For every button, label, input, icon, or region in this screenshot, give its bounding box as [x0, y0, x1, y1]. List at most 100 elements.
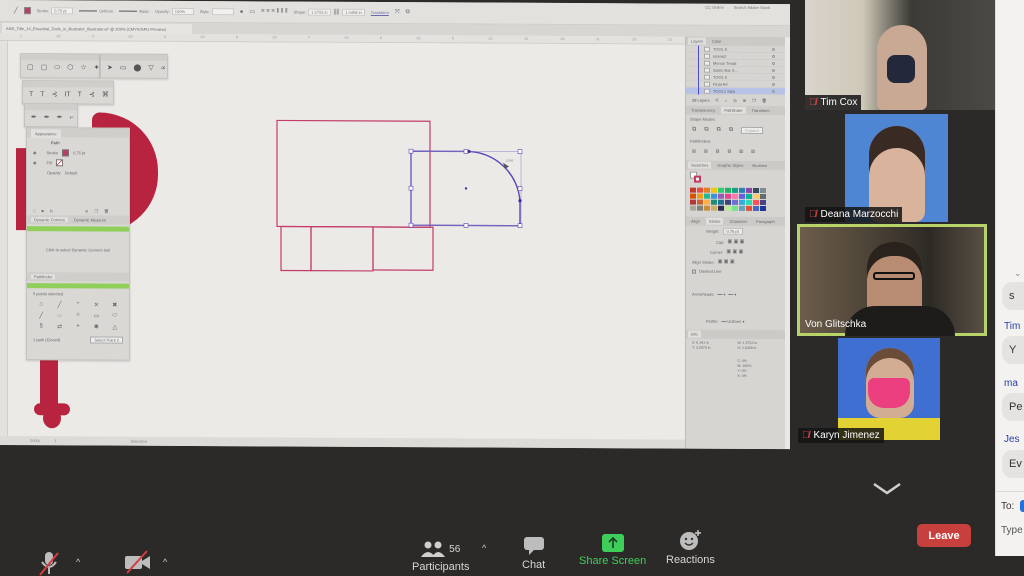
participants-button[interactable]: 56 Participants: [412, 541, 469, 573]
opacity-row[interactable]: Opacity Default: [27, 167, 129, 178]
participant-tile-von-glitschka[interactable]: Von Glitschka: [797, 224, 987, 336]
type-on-path-icon[interactable]: ⊰: [52, 91, 58, 99]
color-swatch[interactable]: [760, 199, 766, 206]
color-swatch[interactable]: [746, 199, 752, 205]
opacity-input[interactable]: 100%: [171, 7, 194, 16]
tab-color[interactable]: Color: [709, 38, 725, 45]
color-swatch[interactable]: [725, 199, 731, 205]
dashed-line-checkbox[interactable]: [692, 269, 696, 274]
link-icon[interactable]: ⛓: [333, 9, 341, 16]
convert-anchor-icon[interactable]: ⌐: [70, 114, 74, 122]
stopped-video-icon[interactable]: [123, 550, 153, 574]
add-anchor-icon[interactable]: ✒: [44, 114, 50, 122]
ellipse-tool-icon[interactable]: ⬭: [54, 64, 60, 72]
blend-tool-icon[interactable]: ∝: [161, 65, 166, 73]
transform-link[interactable]: Transform: [371, 10, 389, 15]
color-swatch[interactable]: [732, 187, 738, 193]
gallery-collapse-chevron-icon[interactable]: [872, 482, 902, 496]
color-swatch[interactable]: [690, 199, 696, 205]
align-stroke-buttons[interactable]: ▣ ▣ ▣: [718, 259, 735, 265]
color-swatch[interactable]: [739, 193, 745, 199]
direct-selection-icon[interactable]: ▭: [120, 65, 127, 73]
fill-row[interactable]: ◉ Fill: [27, 157, 129, 168]
arrowhead-start-dropdown[interactable]: ━━ ▾: [717, 292, 725, 297]
document-setup-icon[interactable]: ▭: [249, 8, 255, 15]
recolor-icon[interactable]: ●: [240, 9, 244, 15]
path-tool-icon[interactable]: ⌓: [51, 312, 67, 319]
color-swatch[interactable]: [732, 193, 738, 199]
visibility-eye-icon[interactable]: ◉: [33, 150, 37, 155]
layer-target-icon[interactable]: [772, 89, 775, 93]
stroke-color-icon[interactable]: [694, 175, 701, 183]
color-swatch[interactable]: [697, 193, 703, 199]
path-tool-icon[interactable]: ✖: [107, 302, 123, 309]
path-tool-icon[interactable]: ≈: [70, 312, 86, 319]
polygon-tool-icon[interactable]: ⬡: [67, 64, 73, 72]
stroke-row[interactable]: ◉ Stroke 0.75 pt: [27, 147, 129, 158]
trash-icon[interactable]: 🗑: [104, 208, 109, 213]
tab-transform[interactable]: Transform: [749, 107, 773, 114]
participant-tile-tim-cox[interactable]: 🎙̸ Tim Cox: [805, 0, 998, 110]
color-swatch[interactable]: [760, 187, 766, 194]
convert-tool-icon[interactable]: ⌘: [102, 92, 109, 100]
layer-target-icon[interactable]: [772, 82, 775, 86]
layer-target-icon[interactable]: [772, 47, 775, 51]
exclude-icon[interactable]: ⧉: [729, 127, 733, 134]
color-swatch[interactable]: [732, 205, 738, 211]
touch-type-icon[interactable]: T: [78, 91, 82, 99]
participant-tile-karyn-jimenez[interactable]: [838, 338, 940, 440]
area-type-icon[interactable]: T: [40, 91, 44, 99]
path-tool-icon[interactable]: ⌂: [33, 301, 49, 308]
color-swatch[interactable]: [725, 193, 731, 199]
flare-tool-icon[interactable]: ✦: [94, 64, 100, 72]
color-swatch[interactable]: [711, 205, 717, 211]
red-artwork-stem[interactable]: [40, 355, 58, 406]
muted-microphone-icon[interactable]: [36, 550, 62, 576]
leave-meeting-button[interactable]: Leave: [917, 524, 971, 547]
color-swatch[interactable]: [739, 205, 745, 211]
cap-buttons[interactable]: ▣ ▣ ▣: [727, 239, 744, 245]
rectangle-tool-icon[interactable]: ▢: [27, 64, 34, 72]
color-swatch[interactable]: [753, 205, 759, 211]
shape-builder-icon[interactable]: ⬤: [134, 65, 142, 73]
corner-buttons[interactable]: ▣ ▣ ▣: [726, 249, 743, 255]
color-swatch[interactable]: [760, 193, 766, 200]
zoom-level[interactable]: 200%: [30, 438, 40, 443]
tab-character[interactable]: Character: [726, 218, 750, 225]
variable-width-profile[interactable]: Uniform: [79, 8, 113, 14]
chat-button[interactable]: Chat: [522, 536, 545, 571]
color-swatch[interactable]: [739, 199, 745, 205]
pathfinder-icon[interactable]: ⧉: [406, 9, 410, 16]
color-swatch[interactable]: [725, 187, 731, 193]
red-artwork-knob[interactable]: [43, 408, 61, 429]
path-tool-icon[interactable]: §: [33, 323, 49, 330]
stroke-color-swatch[interactable]: [23, 7, 31, 15]
anchor-tool-icon[interactable]: ⊰: [89, 91, 95, 99]
select-point-button[interactable]: Select Point 2: [90, 335, 123, 344]
color-swatch[interactable]: [732, 199, 738, 205]
tab-info[interactable]: Info: [688, 330, 701, 338]
intersect-icon[interactable]: ⧉: [717, 127, 721, 134]
arrowhead-end-dropdown[interactable]: ━━ ▾: [728, 292, 736, 297]
layer-target-icon[interactable]: [772, 61, 775, 65]
path-tool-icon[interactable]: ▭: [88, 312, 104, 319]
color-swatch[interactable]: [711, 199, 717, 205]
path-tool-icon[interactable]: ⌃: [70, 301, 86, 308]
outline-icon[interactable]: ⧈: [739, 149, 743, 156]
path-tool-icon[interactable]: △: [107, 324, 123, 331]
locate-object-icon[interactable]: ⌕: [725, 98, 727, 103]
tab-align[interactable]: Align: [688, 218, 703, 225]
tab-pathfinder[interactable]: Pathfinder: [31, 274, 56, 280]
color-swatch[interactable]: [711, 187, 717, 193]
color-swatch[interactable]: [704, 193, 710, 199]
layer-row[interactable]: TOOL1 S&A: [686, 87, 785, 96]
tab-stroke[interactable]: Stroke: [705, 217, 724, 225]
tab-dynamic-corners[interactable]: Dynamic Corners: [31, 217, 68, 223]
fx-icon[interactable]: fx: [50, 208, 53, 213]
fill-swatch-none[interactable]: [55, 158, 63, 166]
delete-layer-icon[interactable]: 🗑: [762, 98, 767, 103]
minus-back-icon[interactable]: ⧈: [751, 149, 755, 156]
add-fill-icon[interactable]: ■: [41, 208, 43, 213]
tab-graphic-styles[interactable]: Graphic Styles: [714, 162, 746, 169]
pen-tool-icon[interactable]: ✒: [31, 114, 37, 122]
